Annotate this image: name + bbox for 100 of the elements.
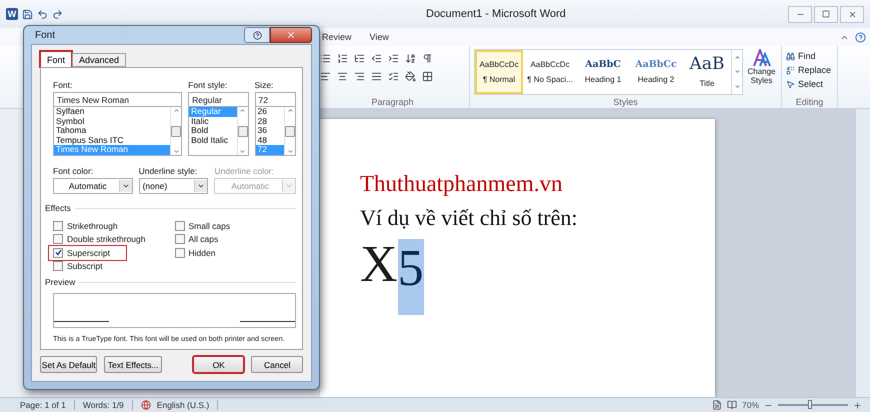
editing-button[interactable]: Replace <box>786 63 833 77</box>
list-item[interactable]: Symbol <box>54 116 170 126</box>
change-styles-button[interactable]: Change Styles <box>746 67 777 85</box>
decrease-indent-icon[interactable] <box>371 52 382 64</box>
checkbox[interactable]: Double strikethrough <box>49 232 162 246</box>
style-item[interactable]: AaBbCcDc ¶ Normal <box>475 50 523 94</box>
caret-icon <box>197 182 206 190</box>
scroll-down-icon[interactable] <box>286 148 294 155</box>
dialog-button[interactable]: Text Effects... <box>104 356 162 373</box>
list-item[interactable]: Bold Italic <box>189 136 237 146</box>
scroll-down-icon[interactable] <box>172 148 180 155</box>
sort-icon[interactable] <box>405 52 416 64</box>
input-field[interactable]: 72 <box>254 92 296 107</box>
list-item[interactable]: Tahoma <box>54 126 170 136</box>
proofing-icon[interactable] <box>140 400 151 410</box>
input-field[interactable]: Regular <box>188 92 249 107</box>
binoculars-icon <box>786 52 795 60</box>
status-item[interactable]: English (U.S.) <box>156 400 218 410</box>
dialog-tab[interactable]: Font <box>40 51 72 67</box>
borders-icon[interactable] <box>422 70 433 82</box>
close-icon <box>848 10 856 18</box>
close-button[interactable] <box>270 27 312 43</box>
zoom-in-icon[interactable] <box>853 400 862 410</box>
editing-button[interactable]: Find <box>786 49 833 63</box>
scroll-thumb[interactable] <box>285 126 295 136</box>
checkbox[interactable]: All caps <box>170 232 234 246</box>
checkbox[interactable]: Subscript <box>49 260 118 273</box>
list-item[interactable]: 36 <box>256 126 284 136</box>
list-item[interactable]: 28 <box>256 116 284 126</box>
list-item[interactable]: Italic <box>189 116 237 126</box>
list-item[interactable]: Sylfaen <box>54 107 170 117</box>
group-label: Paragraph <box>370 96 415 108</box>
justify-icon[interactable] <box>371 70 382 82</box>
list-box[interactable]: Regular Italic Bold Bold Italic <box>188 107 249 156</box>
scroll-up-icon[interactable] <box>286 107 294 114</box>
field-label: Font color: <box>53 166 94 176</box>
dialog-button[interactable]: OK <box>192 356 244 373</box>
status-item[interactable]: Words: 1/9 <box>82 400 133 410</box>
scroll-thumb[interactable] <box>171 126 182 136</box>
align-right-icon[interactable] <box>354 70 365 82</box>
group-label: Editing <box>794 96 824 108</box>
list-item[interactable]: 48 <box>256 136 284 146</box>
ribbon-tab[interactable]: Review <box>322 32 352 42</box>
ribbon-tab[interactable]: View <box>370 32 389 42</box>
print-layout-icon[interactable] <box>712 400 722 410</box>
pilcrow-icon[interactable] <box>422 52 433 64</box>
style-item[interactable]: AaBbCcDc ¶ No Spaci... <box>523 50 577 94</box>
dialog-tab[interactable]: Advanced <box>72 53 126 67</box>
save-icon[interactable] <box>22 8 33 20</box>
scroll-up-icon[interactable] <box>239 107 246 114</box>
increase-indent-icon[interactable] <box>388 52 399 64</box>
dialog-title: Font <box>34 30 56 40</box>
list-item[interactable]: Bold <box>189 126 237 136</box>
field-label: Font: <box>53 80 74 90</box>
reading-view-icon[interactable] <box>726 400 737 410</box>
dialog-button[interactable]: Cancel <box>251 356 303 373</box>
scroll-up-icon[interactable] <box>172 107 180 114</box>
status-item[interactable]: Page: 1 of 1 <box>20 400 75 410</box>
letter-a-icon[interactable] <box>752 49 772 67</box>
checkbox[interactable]: Strikethrough <box>49 219 134 232</box>
input-field[interactable]: Times New Roman <box>53 92 182 107</box>
checkbox[interactable]: Hidden <box>170 246 232 260</box>
scroll-down-icon[interactable] <box>239 148 246 155</box>
scroll-up-icon[interactable] <box>734 54 740 61</box>
restore-button[interactable] <box>814 6 838 22</box>
style-item[interactable]: AaBbCc Heading 2 <box>629 50 683 94</box>
help-icon[interactable] <box>855 32 866 42</box>
more-icon[interactable] <box>734 83 740 90</box>
bullets-icon[interactable] <box>320 52 331 64</box>
replace-icon <box>786 66 795 74</box>
style-item[interactable]: AaBbC Heading 1 <box>577 50 629 94</box>
scrollbar[interactable] <box>855 109 870 397</box>
style-item[interactable]: AaB Title <box>683 50 731 94</box>
zoom-slider-thumb[interactable] <box>808 400 812 409</box>
caret-icon <box>285 182 293 190</box>
help-button[interactable] <box>244 27 270 43</box>
document-text: Ví dụ về viết chỉ số trên: <box>360 205 579 231</box>
window-title: Document1 - Microsoft Word <box>426 8 567 20</box>
redo-icon[interactable] <box>52 8 63 20</box>
dropdown[interactable]: Automatic <box>53 178 133 194</box>
list-box[interactable]: 26 28 36 48 72 <box>254 107 296 156</box>
close-icon <box>286 30 296 40</box>
editing-button[interactable]: Select <box>786 77 833 91</box>
align-left-icon[interactable] <box>320 70 331 82</box>
dialog-button[interactable]: Set As Default <box>40 356 98 373</box>
zoom-level[interactable]: 70% <box>742 400 759 410</box>
styles-gallery[interactable]: AaBbCcDc ¶ Normal AaBbCcDc ¶ No Spaci... AaBbC Heading 1 AaBbCc Heading 2 AaB Title <box>474 49 743 95</box>
paint-bucket-icon[interactable] <box>405 70 416 82</box>
list-item[interactable]: 26 <box>256 107 284 117</box>
checkbox[interactable]: Small caps <box>170 219 246 232</box>
align-center-icon[interactable] <box>337 70 348 82</box>
scroll-thumb[interactable] <box>238 126 248 136</box>
scroll-down-icon[interactable] <box>734 68 740 76</box>
dropdown[interactable]: (none) <box>138 178 208 194</box>
multilevel-list-icon[interactable] <box>354 52 365 64</box>
list-box[interactable]: Sylfaen Symbol Tahoma Tempus Sans ITC Times New Roman <box>53 107 182 156</box>
numbering-icon[interactable] <box>337 52 348 64</box>
undo-icon[interactable] <box>37 8 48 20</box>
list-item[interactable]: Tempus Sans ITC <box>54 136 170 146</box>
checkbox[interactable]: Superscript <box>49 246 126 260</box>
